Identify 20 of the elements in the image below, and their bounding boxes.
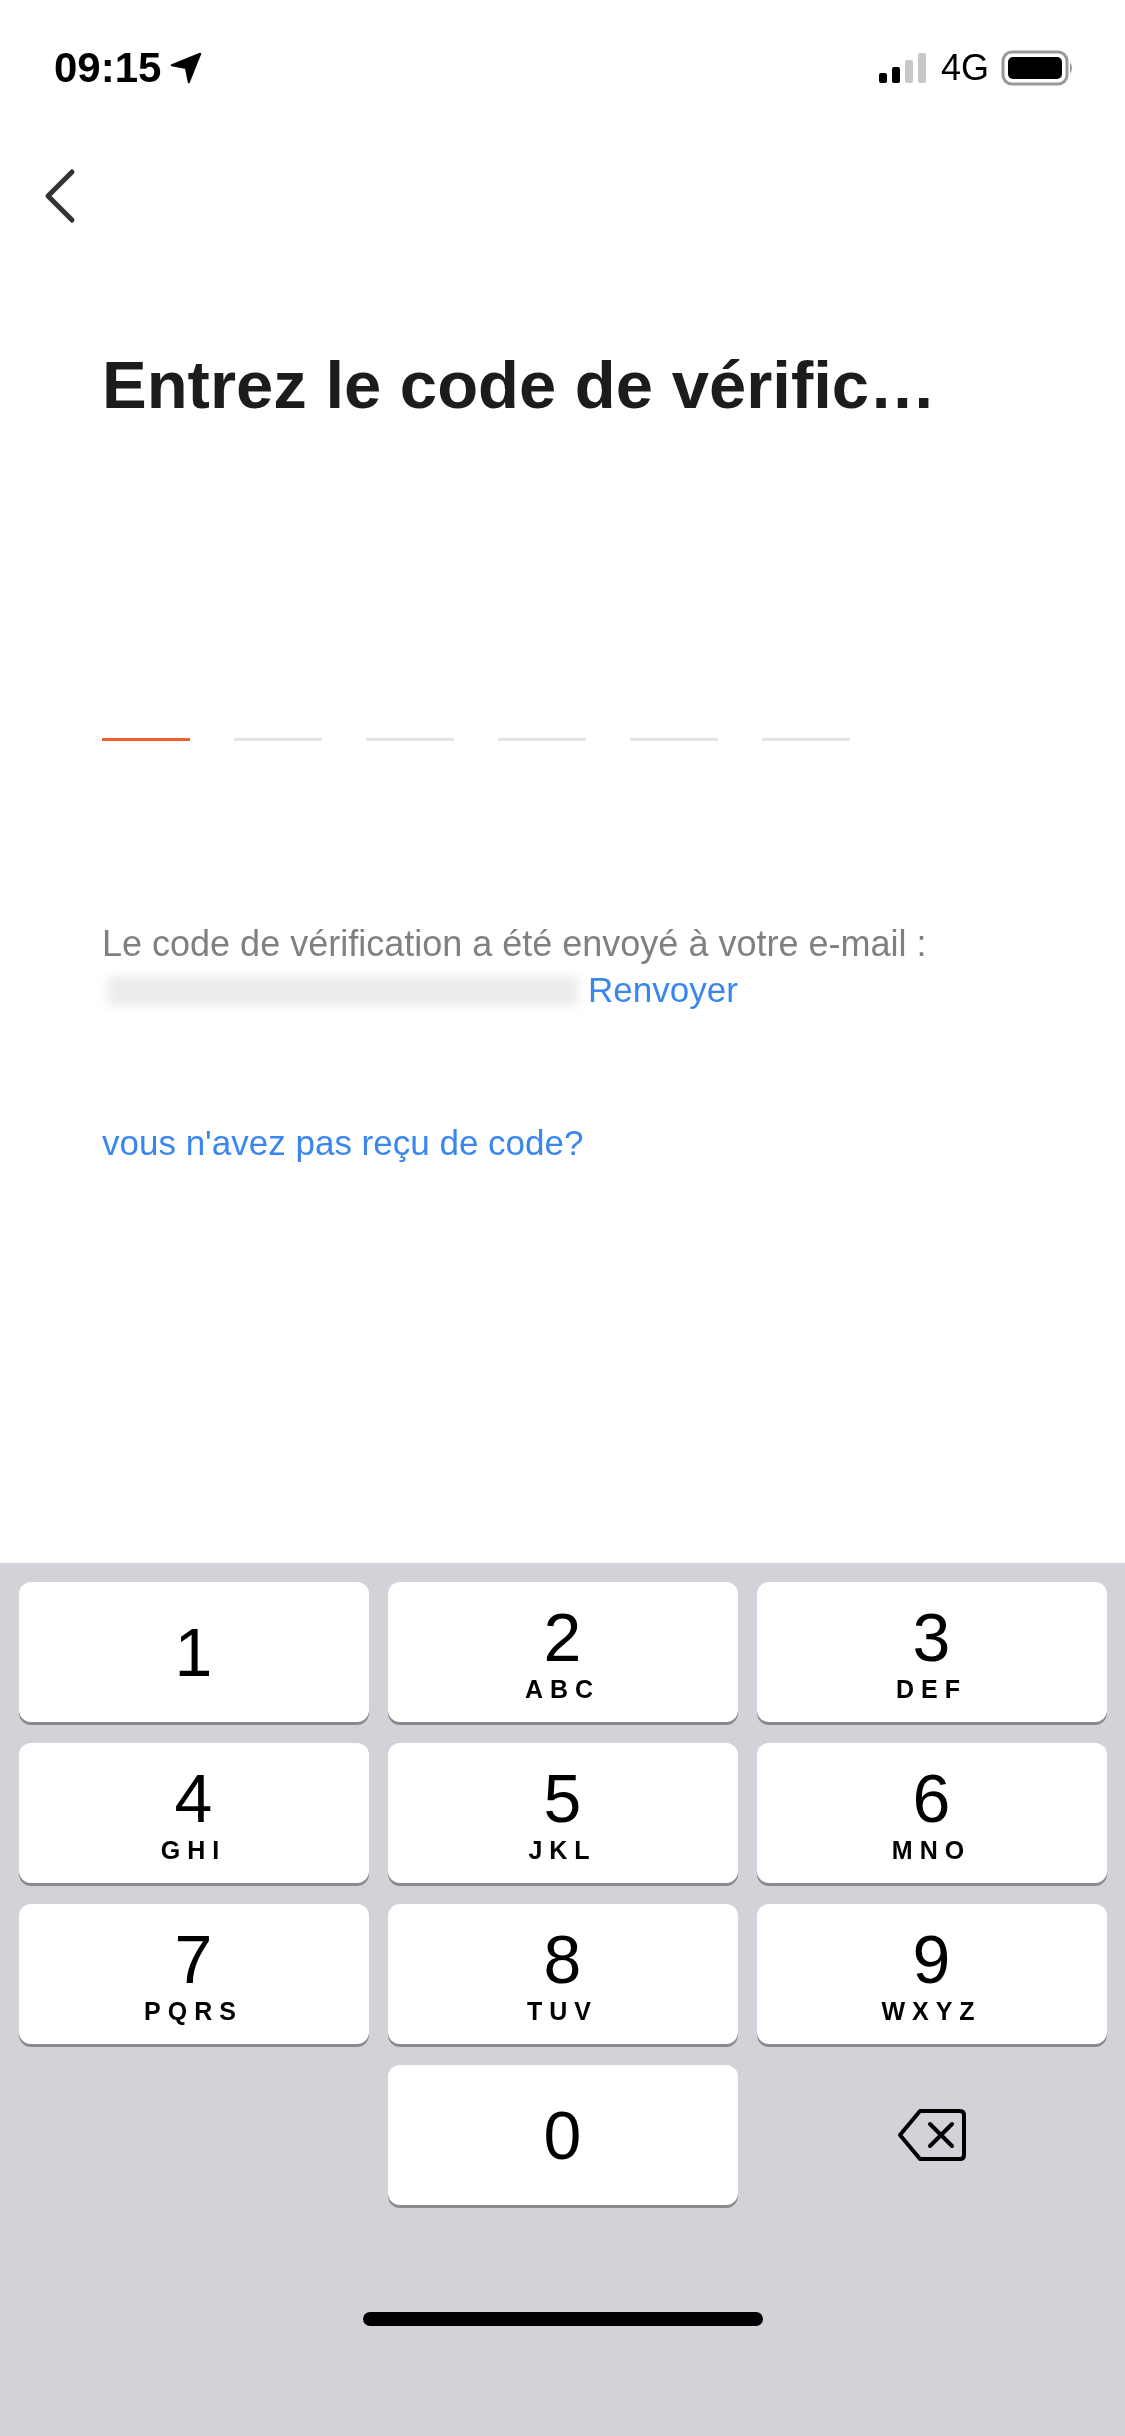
location-arrow-icon xyxy=(169,51,204,85)
resend-link[interactable]: Renvoyer xyxy=(588,970,738,1009)
network-label: 4G xyxy=(940,47,989,89)
delete-key[interactable] xyxy=(895,2107,968,2163)
status-time: 09:15 xyxy=(54,44,162,92)
battery-icon xyxy=(1001,50,1075,86)
no-code-link[interactable]: vous n'avez pas reçu de code? xyxy=(102,1123,584,1163)
keypad-key[interactable]: 9 WXYZ xyxy=(756,1904,1107,2044)
verification-message: Le code de vérification a été envoyé à votre e-mail : xyxy=(102,923,927,964)
keypad-key[interactable]: 3 DEF xyxy=(756,1582,1107,1722)
keypad-key[interactable]: 5 JKL xyxy=(387,1743,738,1883)
signal-icon xyxy=(876,51,929,85)
keypad-key[interactable]: 1 xyxy=(18,1582,369,1722)
keypad-key[interactable]: 2 ABC xyxy=(387,1582,738,1722)
page-title: Entrez le code de vérific… xyxy=(102,346,938,423)
keypad-key[interactable]: 4 GHI xyxy=(18,1743,369,1883)
keypad-key[interactable]: 8 TUV xyxy=(387,1904,738,2044)
keypad-key[interactable]: 6 MNO xyxy=(756,1743,1107,1883)
keypad-key[interactable]: 7 PQRS xyxy=(18,1904,369,2044)
keypad-key[interactable]: 0 xyxy=(387,2065,738,2205)
